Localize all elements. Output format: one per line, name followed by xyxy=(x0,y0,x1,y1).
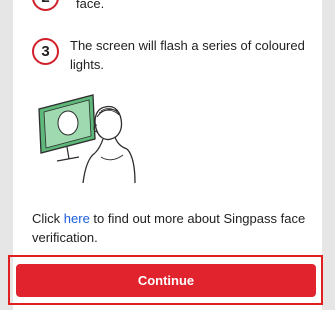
step-text: The screen will flash a series of colour… xyxy=(70,38,305,72)
face-scan-illustration xyxy=(35,87,137,185)
here-link[interactable]: here xyxy=(64,211,90,226)
page: 2 face. 3 The screen will flash a series… xyxy=(0,0,335,310)
info-text: Click here to find out more about Singpa… xyxy=(32,209,312,247)
step-item-2: 2 face. xyxy=(32,0,292,16)
step-number-badge: 3 xyxy=(32,38,59,65)
step-text: face. xyxy=(76,0,105,11)
continue-button[interactable]: Continue xyxy=(16,264,316,297)
step-number-badge: 2 xyxy=(32,0,59,11)
info-prefix: Click xyxy=(32,211,64,226)
